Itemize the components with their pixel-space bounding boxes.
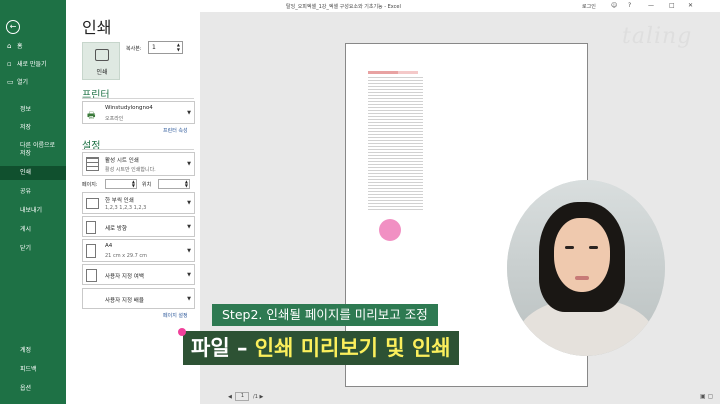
chevron-down-icon: ▼	[187, 295, 191, 302]
paper-icon	[86, 244, 96, 258]
login-link[interactable]: 로그인	[582, 3, 596, 10]
sheet-rows	[368, 77, 423, 212]
close-button[interactable]: ✕	[688, 2, 693, 9]
sidebar-item-account[interactable]: 계정	[0, 347, 66, 355]
copies-stepper[interactable]: 1 ▲ ▼	[148, 41, 183, 54]
chevron-down-icon: ▼	[187, 109, 191, 116]
sidebar-item-home[interactable]: ⌂ 홈	[0, 42, 66, 51]
caption-main-highlight: 인쇄 미리보기 및 인쇄	[254, 336, 451, 360]
page-setup-link[interactable]: 페이지 설정	[163, 312, 188, 319]
caption-dot-icon	[178, 328, 186, 336]
scaling-dropdown[interactable]: 사용자 지정 배율 ▼	[82, 288, 195, 309]
sheet-icon	[86, 157, 99, 171]
margins-dropdown[interactable]: 사용자 지정 여백 ▼	[82, 264, 195, 285]
presenter-eye	[589, 246, 598, 249]
scaling-label: 사용자 지정 배율	[105, 298, 144, 304]
new-file-icon: ▫	[7, 60, 12, 68]
backstage-sidebar: ← ⌂ 홈 ▫ 새로 만들기 ▭ 열기 정보 저장 다른 이름으로 저장 인쇄 공유 …	[0, 0, 66, 404]
paper-size-dropdown[interactable]: A4 21 cm x 29.7 cm ▼	[82, 239, 195, 262]
help-icon[interactable]: ?	[628, 2, 631, 9]
caption-step: Step2. 인쇄될 페이지를 미리보고 조정	[212, 304, 438, 326]
printer-name: Winstudylongno4	[105, 105, 153, 111]
next-page-button[interactable]: ▶	[260, 394, 264, 400]
orientation-dropdown[interactable]: 세로 방향 ▼	[82, 216, 195, 237]
paper-size-subtitle: 21 cm x 29.7 cm	[105, 253, 148, 259]
spinner-arrows-icon[interactable]: ▲ ▼	[132, 180, 135, 188]
chevron-down-icon: ▼	[187, 161, 191, 167]
save-as-label-line1: 다른 이름으로	[20, 142, 56, 149]
presenter-face	[554, 218, 610, 292]
sidebar-item-new[interactable]: ▫ 새로 만들기	[0, 60, 66, 69]
collate-dropdown[interactable]: 한 부씩 인쇄 1,2,3 1,2,3 1,2,3 ▼	[82, 192, 195, 214]
printer-status-icon: 🖶	[87, 111, 96, 121]
printer-properties-link[interactable]: 프린터 속성	[163, 127, 188, 134]
sidebar-item-feedback[interactable]: 피드백	[0, 366, 66, 374]
collate-subtitle: 1,2,3 1,2,3 1,2,3	[105, 205, 147, 211]
presenter-webcam	[507, 180, 665, 356]
sidebar-item-print[interactable]: 인쇄	[0, 166, 66, 180]
save-as-label-line2: 저장	[20, 150, 32, 157]
title-bar: 탈잉_오피엑셀_1강_엑셀 구성요소와 기초기능 - Excel 로그인 ☺ ?…	[66, 0, 720, 12]
caption-main-prefix: 파일 –	[191, 336, 255, 360]
page-title: 인쇄	[82, 18, 112, 37]
sidebar-item-options[interactable]: 옵션	[0, 385, 66, 393]
prev-page-button[interactable]: ◀	[228, 394, 232, 400]
brand-watermark: taling	[622, 24, 693, 49]
chevron-down-icon: ▼	[187, 247, 191, 254]
window-title: 탈잉_오피엑셀_1강_엑셀 구성요소와 기초기능 - Excel	[286, 4, 401, 10]
print-scope-subtitle: 활성 시트만 인쇄합니다.	[105, 167, 156, 173]
divider	[82, 98, 194, 99]
back-arrow-icon[interactable]: ←	[6, 20, 20, 34]
minimize-button[interactable]: —	[648, 2, 654, 9]
sidebar-item-publish[interactable]: 게시	[0, 226, 66, 234]
page-navigator: ◀ 1 /1 ▶	[228, 392, 263, 401]
caption-main: 파일 – 인쇄 미리보기 및 인쇄	[183, 331, 459, 365]
chevron-down-icon: ▼	[187, 223, 191, 230]
sheet-tag-bar	[398, 71, 418, 74]
page-number-input[interactable]: 1	[235, 392, 250, 401]
sheet-title-bar	[368, 71, 398, 74]
sidebar-item-save[interactable]: 저장	[0, 124, 66, 132]
sidebar-item-open[interactable]: ▭ 열기	[0, 78, 66, 87]
sidebar-item-close[interactable]: 닫기	[0, 245, 66, 253]
portrait-page-icon	[86, 221, 96, 234]
pages-from-input[interactable]: ▲ ▼	[105, 179, 137, 189]
copies-label: 복사본:	[126, 46, 142, 52]
sidebar-item-share[interactable]: 공유	[0, 188, 66, 196]
printer-status: 오프라인	[105, 116, 124, 122]
copies-value: 1	[152, 44, 156, 51]
spinner-arrows-icon[interactable]: ▲ ▼	[185, 180, 188, 188]
pages-to-input[interactable]: ▲ ▼	[158, 179, 190, 189]
folder-icon: ▭	[7, 78, 14, 86]
print-scope-dropdown[interactable]: 활성 시트 인쇄 활성 시트만 인쇄합니다. ▼	[82, 152, 195, 176]
chevron-down-icon: ▼	[187, 200, 191, 206]
pages-label: 페이지:	[82, 182, 98, 188]
sidebar-item-save-as[interactable]: 다른 이름으로 저장	[0, 142, 66, 158]
zoom-view-icons[interactable]: ▣ ▢	[700, 393, 713, 400]
pages-to-label: 위치	[142, 182, 152, 188]
orientation-label: 세로 방향	[105, 226, 127, 232]
chevron-down-icon: ▼	[187, 271, 191, 278]
mouse-pointer-icon	[379, 219, 401, 241]
collate-icon	[86, 198, 99, 209]
print-scope-title: 활성 시트 인쇄	[105, 158, 139, 164]
spinner-arrows-icon[interactable]: ▲ ▼	[177, 42, 180, 52]
smiley-icon[interactable]: ☺	[611, 2, 617, 9]
page-total: /1	[253, 394, 258, 400]
sidebar-item-info[interactable]: 정보	[0, 106, 66, 114]
restore-button[interactable]: □	[669, 2, 675, 9]
collate-title: 한 부씩 인쇄	[105, 198, 134, 204]
divider	[82, 149, 194, 150]
margins-label: 사용자 지정 여백	[105, 274, 144, 280]
presenter-eye	[565, 246, 574, 249]
paper-size-title: A4	[105, 243, 113, 249]
print-button[interactable]: 인쇄	[82, 42, 120, 80]
printer-dropdown[interactable]: 🖶 Winstudylongno4 오프라인 ▼	[82, 101, 195, 124]
printer-icon	[95, 49, 109, 61]
print-button-label: 인쇄	[96, 69, 108, 76]
home-icon: ⌂	[7, 42, 12, 50]
sidebar-item-export[interactable]: 내보내기	[0, 207, 66, 215]
margins-icon	[86, 269, 97, 282]
presenter-lips	[575, 276, 589, 280]
